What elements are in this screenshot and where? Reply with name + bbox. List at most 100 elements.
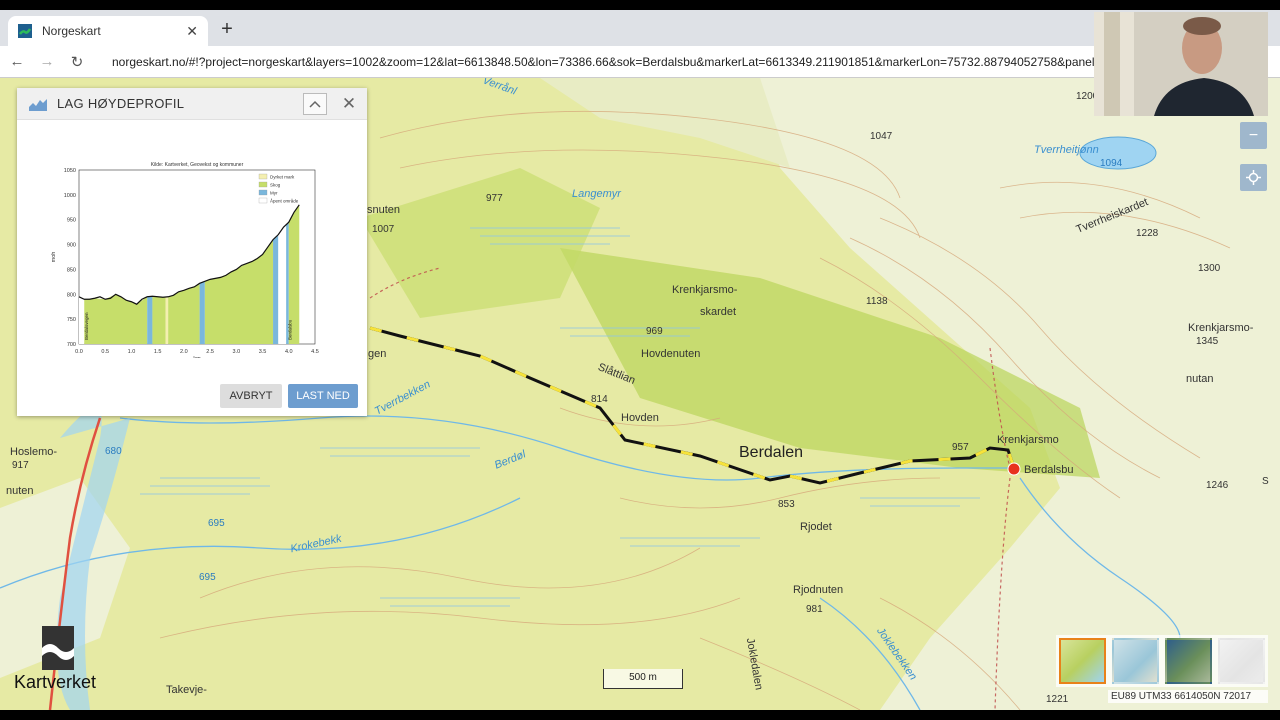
map-label-1007: 1007 xyxy=(372,224,395,235)
cancel-button[interactable]: AVBRYT xyxy=(220,384,282,408)
map-label-853: 853 xyxy=(778,499,795,510)
chart-x-tick-4: 2.0 xyxy=(180,349,188,355)
map-label-hovdenuten: Hovdenuten xyxy=(641,348,701,360)
map-label-957: 957 xyxy=(952,442,969,453)
map-label-917: 917 xyxy=(12,460,29,471)
back-arrow-icon[interactable]: ← xyxy=(4,53,30,70)
coordinate-readout: EU89 UTM33 6614050N 72017 xyxy=(1108,690,1268,703)
map-label-977: 977 xyxy=(486,193,503,204)
elevation-chart: 0.0 0.5 1.0 1.5 2.0 2.5 3.0 3.5 4.0 4.5 700 750 800 8… xyxy=(47,158,347,362)
norgeskart-favicon-icon xyxy=(18,24,32,38)
kartverket-logo[interactable]: Kartverket xyxy=(14,626,114,696)
panel-title: LAG HØYDEPROFIL xyxy=(57,96,185,111)
chart-start-label: Berdalsvegen xyxy=(84,312,89,340)
zoom-out-button[interactable]: − xyxy=(1240,122,1267,149)
chart-x-tick-6: 3.0 xyxy=(233,349,241,355)
layer-topo[interactable] xyxy=(1059,638,1106,684)
layer-grey-topo[interactable] xyxy=(1112,638,1159,684)
map-label-1246: 1246 xyxy=(1206,480,1229,491)
map-label-krenkjarsmo-skardet-1: Krenkjarsmo- xyxy=(672,284,738,296)
presenter-video xyxy=(1094,12,1268,116)
map-label-1345: 1345 xyxy=(1196,336,1219,347)
chart-legend-label-3: Åpent område xyxy=(270,198,299,204)
chart-x-tick-0: 0.0 xyxy=(75,349,83,355)
url-field[interactable]: norgeskart.no/#!?project=norgeskart&laye… xyxy=(104,55,1094,69)
kartverket-logo-icon xyxy=(42,626,74,670)
chart-x-tick-3: 1.5 xyxy=(154,349,162,355)
map-label-969: 969 xyxy=(646,326,663,337)
map-label-tverrheitjonn: Tverrheitjønn xyxy=(1034,144,1099,156)
chart-zone-8 xyxy=(273,234,279,344)
map-label-695a: 695 xyxy=(208,518,225,529)
map-label-rjodnuten: Rjodnuten xyxy=(793,584,844,596)
map-label-langemyr: Langemyr xyxy=(572,188,621,200)
forward-arrow-icon[interactable]: → xyxy=(34,53,60,70)
chart-y-tick-4: 900 xyxy=(67,243,76,249)
chart-zone-3 xyxy=(152,296,166,344)
chart-x-tick-5: 2.5 xyxy=(206,349,214,355)
chart-zone-9 xyxy=(278,224,287,344)
map-label-1047: 1047 xyxy=(870,131,893,142)
map-label-1300: 1300 xyxy=(1198,263,1221,274)
chart-legend-label-1: Skog xyxy=(270,183,281,188)
panel-header: LAG HØYDEPROFIL ✕ xyxy=(17,88,367,120)
chart-legend-swatch-1 xyxy=(258,181,268,188)
map-label-1221: 1221 xyxy=(1046,694,1069,705)
map-label-krenkjarsmo: Krenkjarsmo xyxy=(997,434,1059,446)
chart-end-label: Berdalsbu xyxy=(287,319,292,340)
chart-x-tick-8: 4.0 xyxy=(285,349,293,355)
tab-bar: Norgeskart ✕ + xyxy=(0,10,1280,46)
elevation-profile-panel: LAG HØYDEPROFIL ✕ 0.0 0.5 1.0 1.5 2.0 2.5 3.0 3… xyxy=(17,88,367,416)
map-label-krenkjarsmo-nutan-1: Krenkjarsmo- xyxy=(1188,322,1254,334)
map-label-nuten: nuten xyxy=(6,485,34,497)
map-label-rjodet: Rjodet xyxy=(800,521,832,533)
collapse-button[interactable] xyxy=(303,92,327,115)
layer-aerial[interactable] xyxy=(1165,638,1212,684)
map-label-1228: 1228 xyxy=(1136,228,1159,239)
reload-icon[interactable]: ↻ xyxy=(64,53,90,71)
browser-tab[interactable]: Norgeskart ✕ xyxy=(8,16,208,46)
download-button[interactable]: LAST NED xyxy=(288,384,358,408)
chart-zone-2 xyxy=(147,296,153,344)
map-label-gen: gen xyxy=(368,348,387,360)
my-location-button[interactable] xyxy=(1240,164,1267,191)
map-label-s: S xyxy=(1262,476,1269,487)
map-label-berdalen: Berdalen xyxy=(739,444,804,461)
tab-title: Norgeskart xyxy=(42,24,101,38)
chart-y-tick-3: 850 xyxy=(67,267,76,273)
close-icon[interactable]: ✕ xyxy=(341,94,357,114)
chart-x-tick-1: 0.5 xyxy=(101,349,109,355)
crosshair-icon xyxy=(1246,170,1261,185)
chart-legend-label-2: Myr xyxy=(270,191,278,196)
map-label-1094: 1094 xyxy=(1100,158,1123,169)
chart-x-tick-9: 4.5 xyxy=(311,349,319,355)
map-label-berdalsbu: Berdalsbu xyxy=(1024,464,1074,476)
map-label-hoslemo: Hoslemo- xyxy=(10,446,58,458)
chart-legend-label-0: Dyrket mark xyxy=(270,175,295,180)
map-label-krenkjarsmo-skardet-2: skardet xyxy=(700,306,737,318)
scale-bar: 500 m xyxy=(603,669,683,689)
chart-y-tick-7: 1050 xyxy=(64,168,76,174)
chart-title: Kilde: Kartverket, Geovekst og kommuner xyxy=(151,162,244,168)
chevron-up-icon xyxy=(309,100,321,108)
chart-y-tick-0: 700 xyxy=(67,342,76,348)
new-tab-button[interactable]: + xyxy=(216,18,238,41)
map-label-hovden: Hovden xyxy=(621,412,659,424)
chart-x-label: km xyxy=(193,356,201,358)
map-label-680: 680 xyxy=(105,446,122,457)
chart-zone-6 xyxy=(199,281,205,344)
chart-y-tick-6: 1000 xyxy=(64,193,76,199)
close-tab-icon[interactable]: ✕ xyxy=(186,23,198,40)
map-label-1138: 1138 xyxy=(866,296,888,307)
map-label-krenkjarsmo-nutan-2: nutan xyxy=(1186,373,1214,385)
chart-y-label: moh xyxy=(51,252,57,263)
base-layer-switcher xyxy=(1056,635,1268,687)
chart-x-tick-2: 1.0 xyxy=(128,349,136,355)
chart-legend-swatch-3 xyxy=(258,197,268,204)
elevation-chart-svg: 0.0 0.5 1.0 1.5 2.0 2.5 3.0 3.5 4.0 4.5 700 750 800 8… xyxy=(51,162,319,362)
layer-sketch[interactable] xyxy=(1218,638,1265,684)
chart-x-tick-7: 3.5 xyxy=(259,349,267,355)
chart-y-tick-2: 800 xyxy=(67,292,76,298)
chart-y-tick-5: 950 xyxy=(67,218,76,224)
chart-legend-swatch-0 xyxy=(258,173,268,180)
